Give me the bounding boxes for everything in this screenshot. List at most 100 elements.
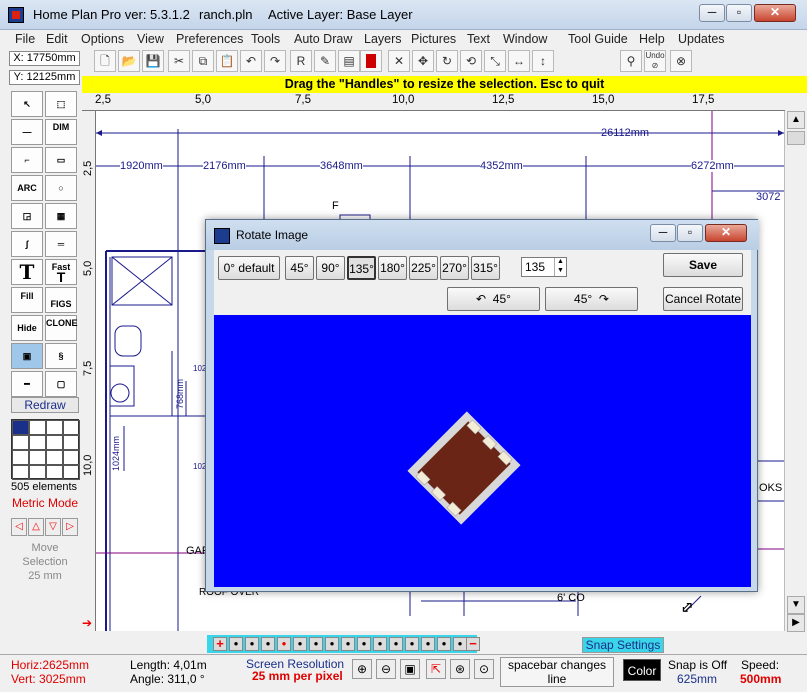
cut-icon[interactable]: ✂: [168, 50, 190, 72]
menu-pictures[interactable]: Pictures: [411, 32, 456, 46]
grid-window-icon[interactable]: ▦: [45, 203, 77, 229]
dialog-minimize-button[interactable]: ─: [650, 224, 676, 242]
grid-cell[interactable]: [29, 435, 46, 450]
open-folder-icon[interactable]: 📂: [118, 50, 140, 72]
undo-button[interactable]: Undo ⊘: [644, 50, 666, 72]
resize-icon[interactable]: ⤡: [484, 50, 506, 72]
layer-icon[interactable]: ▤: [338, 50, 360, 72]
pin-icon[interactable]: ⚲: [620, 50, 642, 72]
line-tool-icon[interactable]: —: [11, 119, 43, 145]
spin-up-icon[interactable]: ▲: [554, 258, 566, 267]
no-entry-icon[interactable]: ⊗: [670, 50, 692, 72]
scroll-thumb[interactable]: [787, 131, 805, 145]
scroll-down-icon[interactable]: ▼: [787, 596, 805, 614]
angle-45-button[interactable]: 45°: [285, 256, 314, 280]
move-right-icon[interactable]: ▷: [62, 518, 78, 536]
nav-dot[interactable]: ●: [325, 637, 339, 651]
zoom-arrow-icon[interactable]: ⇱: [426, 659, 446, 679]
rotate-90-icon[interactable]: ⟲: [460, 50, 482, 72]
grid-cell[interactable]: [29, 450, 46, 465]
menu-tool-guide[interactable]: Tool Guide: [568, 32, 628, 46]
vertical-stretch-icon[interactable]: ↕: [532, 50, 554, 72]
angle-spinner[interactable]: 135 ▲ ▼: [521, 257, 567, 277]
nav-dot[interactable]: ●: [341, 637, 355, 651]
fast-text-tool[interactable]: Fast T: [45, 259, 77, 285]
cancel-rotate-button[interactable]: Cancel Rotate: [663, 287, 743, 311]
menu-tools[interactable]: Tools: [251, 32, 280, 46]
rotate-ccw-45-button[interactable]: ↶ 45°: [447, 287, 540, 311]
nav-dot-active[interactable]: ●: [277, 637, 291, 651]
angle-315-button[interactable]: 315°: [471, 256, 500, 280]
grid-cell[interactable]: [46, 420, 63, 435]
grid-cell[interactable]: [12, 420, 29, 435]
wall-corner-icon[interactable]: ⌐: [11, 147, 43, 173]
nav-dot[interactable]: ●: [453, 637, 467, 651]
nav-dot[interactable]: ●: [293, 637, 307, 651]
save-icon[interactable]: 💾: [142, 50, 164, 72]
grid-cell[interactable]: [63, 450, 80, 465]
horizontal-stretch-icon[interactable]: ↔: [508, 50, 530, 72]
angle-225-button[interactable]: 225°: [409, 256, 438, 280]
copy-icon[interactable]: ⧉: [192, 50, 214, 72]
remove-page-icon[interactable]: −: [466, 637, 480, 651]
menu-view[interactable]: View: [137, 32, 164, 46]
menu-auto-draw[interactable]: Auto Draw: [294, 32, 352, 46]
move-left-icon[interactable]: ◁: [11, 518, 27, 536]
menu-options[interactable]: Options: [81, 32, 124, 46]
frame-icon[interactable]: ▢: [45, 371, 77, 397]
zoom-window-icon[interactable]: ⊛: [450, 659, 470, 679]
circle-icon[interactable]: ○: [45, 175, 77, 201]
rotate-cw-45-button[interactable]: 45° ↷: [545, 287, 638, 311]
grid-cell[interactable]: [12, 465, 29, 480]
undo-arrow-icon[interactable]: ↶: [240, 50, 262, 72]
nav-dot[interactable]: ●: [389, 637, 403, 651]
grid-cell[interactable]: [29, 465, 46, 480]
spacebar-mode-button[interactable]: spacebar changes line: [500, 657, 614, 687]
menu-help[interactable]: Help: [639, 32, 665, 46]
menu-text[interactable]: Text: [467, 32, 490, 46]
menu-layers[interactable]: Layers: [364, 32, 402, 46]
delete-x-icon[interactable]: ✕: [388, 50, 410, 72]
text-tool-icon[interactable]: T: [11, 259, 43, 285]
grid-cell[interactable]: [46, 450, 63, 465]
angle-0-button[interactable]: 0° default: [218, 256, 280, 280]
brush-icon[interactable]: ✎: [314, 50, 336, 72]
menu-edit[interactable]: Edit: [46, 32, 68, 46]
dialog-close-button[interactable]: ✕: [705, 224, 747, 242]
nav-dot[interactable]: ●: [437, 637, 451, 651]
nav-dot[interactable]: ●: [245, 637, 259, 651]
door-icon[interactable]: ◲: [11, 203, 43, 229]
close-button[interactable]: ✕: [754, 4, 796, 22]
paste-icon[interactable]: 📋: [216, 50, 238, 72]
nav-dot[interactable]: ●: [421, 637, 435, 651]
nav-dot[interactable]: ●: [309, 637, 323, 651]
grid-cell[interactable]: [46, 465, 63, 480]
zoom-out-icon[interactable]: ⊖: [376, 659, 396, 679]
hide-tool[interactable]: Hide: [11, 315, 43, 341]
add-page-icon[interactable]: +: [213, 637, 227, 651]
angle-180-button[interactable]: 180°: [378, 256, 407, 280]
grid-cell[interactable]: [63, 435, 80, 450]
curve-icon[interactable]: ∫: [11, 231, 43, 257]
snap-status[interactable]: Snap is Off: [668, 658, 727, 672]
select-arrow-icon[interactable]: ↖: [11, 91, 43, 117]
freehand-icon[interactable]: §: [45, 343, 77, 369]
zoom-center-icon[interactable]: ⊙: [474, 659, 494, 679]
angle-90-button[interactable]: 90°: [316, 256, 345, 280]
select-box-icon[interactable]: ⬚: [45, 91, 77, 117]
scroll-right-icon[interactable]: ▶: [787, 614, 805, 632]
nav-dot[interactable]: ●: [229, 637, 243, 651]
move-down-icon[interactable]: ▽: [45, 518, 61, 536]
redo-arrow-icon[interactable]: ↷: [264, 50, 286, 72]
angle-270-button[interactable]: 270°: [440, 256, 469, 280]
dialog-maximize-button[interactable]: ▫: [677, 224, 703, 242]
grid-cell[interactable]: [63, 420, 80, 435]
thick-line-icon[interactable]: ━: [11, 371, 43, 397]
red-book-icon[interactable]: [360, 50, 382, 72]
dimension-tool[interactable]: DIM: [45, 119, 77, 145]
snap-settings-button[interactable]: Snap Settings: [582, 637, 664, 653]
spin-down-icon[interactable]: ▼: [554, 267, 566, 276]
picture-icon[interactable]: ▣: [11, 343, 43, 369]
zoom-in-icon[interactable]: ⊕: [352, 659, 372, 679]
new-file-icon[interactable]: 🗋: [94, 50, 116, 72]
